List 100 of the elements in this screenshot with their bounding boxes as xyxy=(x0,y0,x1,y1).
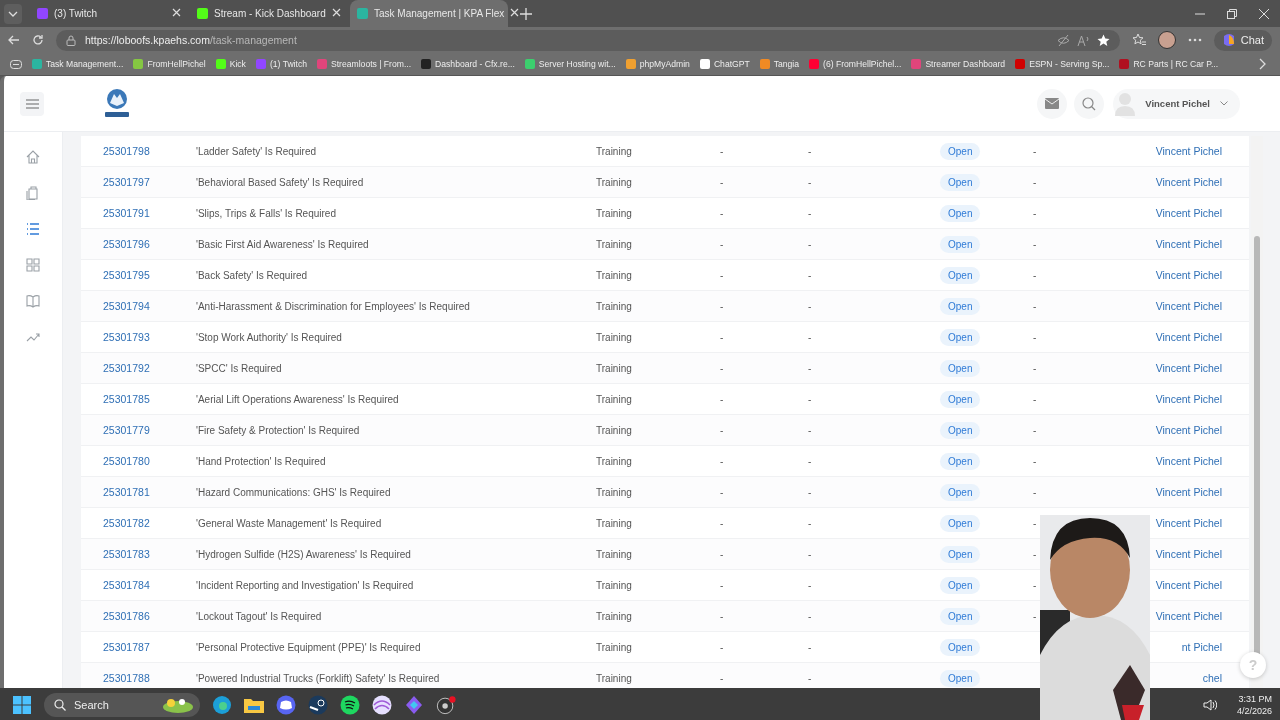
bookmark[interactable]: Server Hosting wit... xyxy=(524,59,616,69)
task-id-link[interactable]: 25301781 xyxy=(103,486,196,498)
assignee-link[interactable]: Vincent Pichel xyxy=(1155,548,1222,560)
read-aloud-icon[interactable] xyxy=(1076,33,1090,47)
table-cell: - xyxy=(808,176,812,188)
more-icon[interactable] xyxy=(1187,38,1202,42)
chevron-right-icon[interactable] xyxy=(1258,58,1266,70)
assignee-link[interactable]: Vincent Pichel xyxy=(1155,145,1222,157)
chat-button[interactable]: Chat xyxy=(1213,29,1272,51)
task-id-link[interactable]: 25301783 xyxy=(103,548,196,560)
task-id-link[interactable]: 25301794 xyxy=(103,300,196,312)
speaker-icon[interactable] xyxy=(1202,698,1217,711)
task-id-link[interactable]: 25301787 xyxy=(103,641,196,653)
favorites-icon[interactable] xyxy=(1131,33,1146,47)
assignee-link[interactable]: Vincent Pichel xyxy=(1155,610,1222,622)
task-id-link[interactable]: 25301788 xyxy=(103,672,196,684)
assignee-link[interactable]: Vincent Pichel xyxy=(1155,517,1222,529)
table-cell: - xyxy=(720,300,724,312)
eye-slash-icon[interactable] xyxy=(1056,33,1070,47)
bookmark[interactable]: Kick xyxy=(215,59,246,69)
table-cell-text: Training xyxy=(596,145,633,157)
status-badge: Open xyxy=(940,483,981,501)
assignee-link[interactable]: Vincent Pichel xyxy=(1155,238,1222,250)
reload-icon[interactable] xyxy=(32,34,44,46)
bookmark[interactable]: Streamer Dashboard xyxy=(911,59,1006,69)
star-icon[interactable] xyxy=(1096,33,1110,47)
bookmark[interactable]: Streamloots | From... xyxy=(317,59,412,69)
assignee-link[interactable]: Vincent Pichel xyxy=(1155,300,1222,312)
bookmark[interactable]: ESPN - Serving Sp... xyxy=(1015,59,1110,69)
task-id-link[interactable]: 25301780 xyxy=(103,455,196,467)
assignee-link[interactable]: Vincent Pichel xyxy=(1155,486,1222,498)
table-cell: - xyxy=(720,362,724,374)
browser-tab[interactable]: (3) Twitch xyxy=(30,0,188,27)
bookmark[interactable]: FromHellPichel xyxy=(133,59,206,69)
close-icon[interactable] xyxy=(332,8,341,19)
assignee-link[interactable]: Vincent Pichel xyxy=(1155,269,1222,281)
profile-avatar[interactable] xyxy=(1157,31,1176,49)
assignee-link[interactable]: chel xyxy=(1202,672,1222,684)
table-cell-text: 'Hand Protection' Is Required xyxy=(196,455,327,467)
table-cell: - xyxy=(1033,331,1037,343)
bookmark[interactable]: RC Parts | RC Car P... xyxy=(1119,59,1219,69)
task-id-link[interactable]: 25301796 xyxy=(103,238,196,250)
task-id-link[interactable]: 25301795 xyxy=(103,269,196,281)
task-id-link[interactable]: 25301791 xyxy=(103,207,196,219)
taskbar-search-field[interactable]: Search xyxy=(44,692,200,717)
table-cell-text: Training xyxy=(596,269,633,281)
assignee-link[interactable]: Vincent Pichel xyxy=(1155,455,1222,467)
bookmark[interactable]: (6) FromHellPichel... xyxy=(809,59,902,69)
table-cell-text: 'Fire Safety & Protection' Is Required xyxy=(196,424,361,436)
task-id-link[interactable]: 25301779 xyxy=(103,424,196,436)
bookmark-apps-icon[interactable] xyxy=(10,59,22,69)
list-icon[interactable] xyxy=(26,222,40,236)
bookmark[interactable]: Dashboard - Cfx.re... xyxy=(421,59,515,69)
bookmark[interactable]: (1) Twitch xyxy=(255,59,307,69)
close-icon[interactable] xyxy=(510,8,520,19)
clock-time[interactable]: 3:31 PM xyxy=(1238,693,1272,704)
search-button[interactable] xyxy=(1074,88,1105,119)
assignee-link[interactable]: Vincent Pichel xyxy=(1155,176,1222,188)
home-icon[interactable] xyxy=(26,150,40,164)
assignee-link[interactable]: Vincent Pichel xyxy=(1155,579,1222,591)
bookmark[interactable]: Task Management... xyxy=(32,59,124,69)
bookmark[interactable]: ChatGPT xyxy=(699,59,750,69)
tab-list-icon[interactable] xyxy=(4,3,22,24)
diamond-app-icon[interactable] xyxy=(404,694,424,715)
user-menu[interactable]: Vincent Pichel xyxy=(1113,88,1240,119)
clock-date[interactable]: 4/2/2026 xyxy=(1236,705,1272,716)
assignee-link[interactable]: Vincent Pichel xyxy=(1155,207,1222,219)
clipboard-icon[interactable] xyxy=(26,186,40,200)
assignee-link[interactable]: nt Pichel xyxy=(1181,641,1222,653)
close-icon[interactable] xyxy=(172,8,181,19)
sphere-app-icon[interactable] xyxy=(372,694,392,715)
trend-icon[interactable] xyxy=(26,330,40,344)
mail-icon xyxy=(1045,98,1060,109)
assignee-link[interactable]: Vincent Pichel xyxy=(1155,331,1222,343)
assignee-link[interactable]: Vincent Pichel xyxy=(1155,424,1222,436)
start-icon[interactable] xyxy=(12,694,32,715)
assignee-link[interactable]: Vincent Pichel xyxy=(1155,393,1222,405)
table-cell: - xyxy=(808,393,812,405)
task-id-link[interactable]: 25301784 xyxy=(103,579,196,591)
task-id-link[interactable]: 25301782 xyxy=(103,517,196,529)
back-icon[interactable] xyxy=(8,34,20,46)
task-id-link[interactable]: 25301798 xyxy=(103,145,196,157)
bookmark[interactable]: phpMyAdmin xyxy=(625,59,690,69)
table-cell: - xyxy=(720,610,724,622)
address-field[interactable]: https://loboofs.kpaehs.com/task-management xyxy=(56,29,1120,51)
browser-tab[interactable]: Stream - Kick Dashboard xyxy=(190,0,348,27)
bookmark[interactable]: Tangia xyxy=(759,59,800,69)
task-id-link[interactable]: 25301793 xyxy=(103,331,196,343)
table-cell: - xyxy=(1033,579,1037,591)
task-id-link[interactable]: 25301797 xyxy=(103,176,196,188)
mail-button[interactable] xyxy=(1037,88,1068,119)
new-tab-icon[interactable] xyxy=(520,7,532,20)
table-cell-text: 'Incident Reporting and Investigation' Is Required xyxy=(196,579,415,591)
assignee-link[interactable]: Vincent Pichel xyxy=(1155,362,1222,374)
task-id-link[interactable]: 25301792 xyxy=(103,362,196,374)
spotify-icon[interactable] xyxy=(340,694,360,715)
folder-icon[interactable] xyxy=(244,696,264,713)
task-id-link[interactable]: 25301785 xyxy=(103,393,196,405)
task-id-link[interactable]: 25301786 xyxy=(103,610,196,622)
book-icon[interactable] xyxy=(26,294,40,308)
